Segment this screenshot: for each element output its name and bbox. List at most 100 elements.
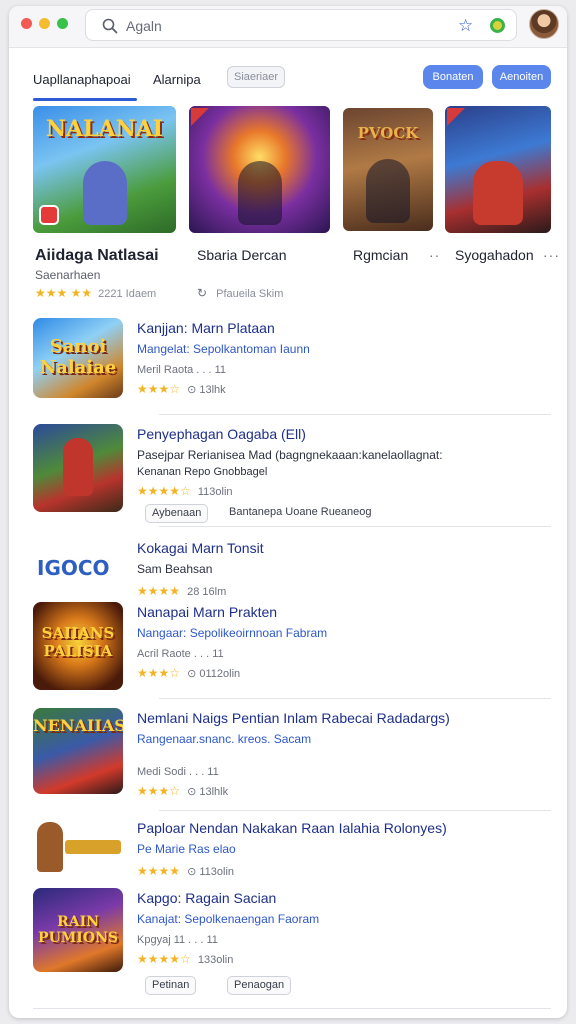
list-item-title[interactable]: Kanjjan: Marn Plataan bbox=[137, 320, 275, 336]
list-item-title[interactable]: Penyephagan Oagaba (Ell) bbox=[137, 426, 306, 442]
list-item[interactable]: Penyephagan Oagaba (Ell) Pasejpar Rerian… bbox=[33, 424, 551, 527]
list-item-title[interactable]: Kokagai Marn Tonsit bbox=[137, 540, 264, 556]
maximize-window-button[interactable] bbox=[57, 18, 68, 29]
extension-icon[interactable] bbox=[490, 18, 505, 33]
list-item-meta: ★★★☆ ⊙ 13lhlk bbox=[137, 784, 229, 798]
list-item-subtitle: Rangenaar.snanc. kreos. Sacam bbox=[137, 732, 312, 746]
app-badge-icon bbox=[39, 205, 59, 225]
list-item-subtitle: Pe Marie Ras elao bbox=[137, 842, 236, 856]
character-art bbox=[237, 161, 282, 225]
more-options-icon[interactable]: ··· bbox=[543, 247, 560, 263]
active-tab-indicator bbox=[33, 98, 137, 101]
game-thumbnail[interactable] bbox=[445, 106, 551, 233]
divider bbox=[159, 698, 551, 699]
minimize-window-button[interactable] bbox=[39, 18, 50, 29]
tab-secondary[interactable]: Alarnipa bbox=[153, 72, 201, 87]
game-thumbnail[interactable]: SAIIANS PALISIA bbox=[33, 602, 123, 690]
logo-banner bbox=[65, 840, 121, 854]
list-item-title[interactable]: Kapgo: Ragain Sacian bbox=[137, 890, 276, 906]
primary-button-2[interactable]: Aenoiten bbox=[492, 65, 551, 89]
list-item-subtitle: Pasejpar Rerianisea Mad (bagngnekaaan:ka… bbox=[137, 448, 443, 462]
featured-card[interactable]: Syogahadon ··· bbox=[445, 106, 559, 263]
divider bbox=[159, 526, 551, 527]
rating-stars-icon: ★★★★ bbox=[137, 864, 181, 878]
list-item[interactable]: Paploar Nendan Nakakan Raan Ialahia Rolo… bbox=[33, 818, 551, 882]
tag-chip[interactable]: Penaogan bbox=[227, 976, 292, 995]
featured-card[interactable]: PVOCK Rgmcian ·· bbox=[343, 106, 439, 263]
game-thumbnail[interactable] bbox=[33, 424, 123, 512]
thumbnail-art-text: Sanoi Nalaiae bbox=[39, 336, 117, 378]
list-item[interactable]: SAIIANS PALISIA Nanapai Marn Prakten Nan… bbox=[33, 602, 551, 699]
list-item-detail: Kpgyaj 11 . . . 11 bbox=[137, 934, 218, 946]
thumbnail-art-text: SAIIANS PALISIA bbox=[41, 624, 115, 660]
featured-title[interactable]: Aiidaga Natlasai bbox=[35, 247, 159, 265]
game-thumbnail[interactable] bbox=[189, 106, 330, 233]
featured-title[interactable]: Sbaria Dercan bbox=[197, 247, 287, 263]
featured-title[interactable]: Syogahadon bbox=[455, 247, 534, 263]
game-thumbnail[interactable]: IGOCO bbox=[33, 538, 123, 594]
list-item-meta: ★★★★☆ 133olin bbox=[137, 952, 234, 966]
game-thumbnail[interactable]: NENAIIAS bbox=[33, 708, 123, 794]
game-thumbnail[interactable]: RAIN PUMIONS bbox=[33, 888, 123, 972]
rating-stars-icon: ★★★☆ bbox=[137, 382, 181, 396]
game-thumbnail[interactable]: PVOCK bbox=[343, 108, 433, 231]
logo-text: IGOCO bbox=[37, 556, 110, 580]
game-thumbnail[interactable]: Sanoi Nalaiae bbox=[33, 318, 123, 398]
list-item-meta: ★★★★ ⊙ 113olin bbox=[137, 864, 235, 878]
browser-window: Agaln ☆ Uapllanaphapoai Alarnipa Siaeria… bbox=[9, 6, 567, 1018]
game-thumbnail[interactable]: NALANAI bbox=[33, 106, 176, 233]
tag-chip[interactable]: Aybenaan bbox=[145, 504, 209, 523]
list-item-subtitle: Nangaar: Sepolikeoirnnoan Fabram bbox=[137, 626, 328, 640]
primary-button-1[interactable]: Bonaten bbox=[423, 65, 483, 89]
search-icon bbox=[102, 18, 118, 34]
list-item-subtitle: Sam Beahsan bbox=[137, 562, 213, 576]
featured-card[interactable]: NALANAI Aiidaga Natlasai Saenarhaen ★★★ … bbox=[33, 106, 176, 300]
rating-stars-icon: ★★★☆ bbox=[137, 666, 181, 680]
featured-title[interactable]: Rgmcian bbox=[353, 247, 408, 263]
close-window-button[interactable] bbox=[21, 18, 32, 29]
tab-primary[interactable]: Uapllanaphapoai bbox=[33, 72, 131, 87]
game-thumbnail[interactable] bbox=[33, 818, 123, 876]
list-item[interactable]: NENAIIAS Nemlani Naigs Pentian Inlam Rab… bbox=[33, 708, 551, 811]
bookmark-star-icon[interactable]: ☆ bbox=[458, 16, 473, 36]
tag-chip[interactable]: Petinan bbox=[145, 976, 197, 995]
list-item-subtitle: Kanajat: Sepolkenaengan Faoram bbox=[137, 912, 320, 926]
rating-stars-icon: ★★★☆ bbox=[137, 784, 181, 798]
tab-bar: Uapllanaphapoai Alarnipa Siaeriaer Bonat… bbox=[9, 62, 567, 102]
list-item-title[interactable]: Nanapai Marn Prakten bbox=[137, 604, 277, 620]
divider bbox=[159, 810, 551, 811]
list-item-detail: Meril Raota . . . 11 bbox=[137, 364, 227, 376]
list-item-meta: ★★★★☆ 113olin bbox=[137, 484, 233, 498]
featured-row: NALANAI Aiidaga Natlasai Saenarhaen ★★★ … bbox=[9, 106, 567, 301]
featured-card[interactable]: Sbaria Dercan ↻ Pfaueila Skim bbox=[189, 106, 330, 300]
rating-stars-icon: ★★★★ bbox=[137, 584, 181, 598]
more-options-icon[interactable]: ·· bbox=[429, 247, 440, 263]
thumbnail-art-text: NALANAI bbox=[45, 116, 164, 142]
list-item[interactable]: RAIN PUMIONS Kapgo: Ragain Sacian Kanaja… bbox=[33, 888, 551, 998]
search-chip[interactable]: Siaeriaer bbox=[227, 66, 285, 88]
thumbnail-art-text: RAIN PUMIONS bbox=[38, 914, 118, 946]
tag-label[interactable]: Bantanepa Uoane Rueaneog bbox=[229, 504, 372, 523]
list-item-detail: Kenanan Repo Gnobbagel bbox=[137, 466, 268, 478]
rating-stars-icon: ★★★★☆ bbox=[137, 952, 191, 966]
list-item-title[interactable]: Nemlani Naigs Pentian Inlam Rabecai Rada… bbox=[137, 710, 450, 726]
list-item[interactable]: Sanoi Nalaiae Kanjjan: Marn Plataan Mang… bbox=[33, 318, 551, 415]
character-art bbox=[473, 161, 523, 225]
avatar[interactable] bbox=[529, 9, 559, 39]
download-icon: ↻ bbox=[197, 286, 208, 300]
list-item-title[interactable]: Paploar Nendan Nakakan Raan Ialahia Rolo… bbox=[137, 820, 447, 836]
character-art bbox=[37, 822, 63, 872]
featured-meta: ↻ Pfaueila Skim bbox=[197, 286, 284, 300]
divider bbox=[33, 1008, 551, 1009]
rating-stars-icon: ★★★★☆ bbox=[137, 484, 191, 498]
divider bbox=[159, 414, 551, 415]
list-item-subtitle: Mangelat: Sepolkantoman Iaunn bbox=[137, 342, 310, 356]
search-query-text: Agaln bbox=[126, 18, 162, 34]
character-art bbox=[63, 438, 93, 496]
address-bar[interactable]: Agaln ☆ bbox=[85, 9, 517, 41]
list-item-meta: ★★★☆ ⊙ 0112olin bbox=[137, 666, 241, 680]
featured-meta: ★★★ ★★ 2221 Idaem bbox=[35, 286, 157, 300]
list-item[interactable]: IGOCO Kokagai Marn Tonsit Sam Beahsan ★★… bbox=[33, 538, 551, 598]
list-item-detail: Medi Sodi . . . 11 bbox=[137, 766, 219, 778]
list-item-meta: ★★★★ 28 16lm bbox=[137, 584, 227, 598]
